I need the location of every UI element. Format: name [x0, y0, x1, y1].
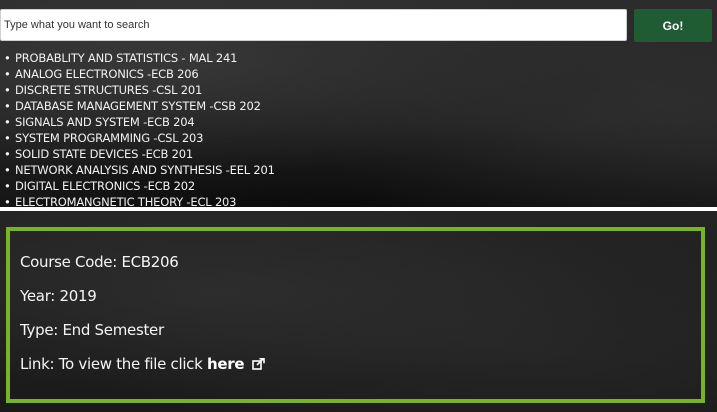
- bullet-icon: •: [4, 83, 11, 97]
- bullet-icon: •: [4, 147, 11, 161]
- course-item: • ANALOG ELECTRONICS -ECB 206: [4, 66, 275, 82]
- detail-section: Course Code: ECB206 Year: 2019 Type: End…: [0, 211, 717, 412]
- course-link[interactable]: DATABASE MANAGEMENT SYSTEM -CSB 202: [15, 99, 261, 113]
- bullet-icon: •: [4, 51, 11, 65]
- course-item: • DIGITAL ELECTRONICS -ECB 202: [4, 178, 275, 194]
- year-text: Year: 2019: [20, 287, 97, 305]
- course-detail-card: Course Code: ECB206 Year: 2019 Type: End…: [6, 227, 705, 403]
- search-input[interactable]: [0, 9, 627, 41]
- bullet-icon: •: [4, 131, 11, 145]
- course-item: • SYSTEM PROGRAMMING -CSL 203: [4, 130, 275, 146]
- course-link[interactable]: SIGNALS AND SYSTEM -ECB 204: [15, 115, 195, 129]
- course-link[interactable]: SYSTEM PROGRAMMING -CSL 203: [15, 131, 203, 145]
- course-code-text: Course Code: ECB206: [20, 253, 179, 271]
- file-link[interactable]: here: [207, 355, 245, 373]
- course-item: • DISCRETE STRUCTURES -CSL 201: [4, 82, 275, 98]
- course-link[interactable]: ANALOG ELECTRONICS -ECB 206: [15, 67, 199, 81]
- link-row: Link: To view the file click here: [20, 355, 265, 374]
- course-item: • PROBABLITY AND STATISTICS - MAL 241: [4, 50, 275, 66]
- search-section: Go! • PROBABLITY AND STATISTICS - MAL 241…: [0, 0, 717, 210]
- link-prefix-text: Link: To view the file click: [20, 355, 203, 373]
- go-button[interactable]: Go!: [634, 9, 712, 42]
- bullet-icon: •: [4, 163, 11, 177]
- course-link[interactable]: DISCRETE STRUCTURES -CSL 201: [15, 83, 202, 97]
- bullet-icon: •: [4, 99, 11, 113]
- bullet-icon: •: [4, 115, 11, 129]
- course-item: • SOLID STATE DEVICES -ECB 201: [4, 146, 275, 162]
- type-text: Type: End Semester: [20, 321, 164, 339]
- course-item: • SIGNALS AND SYSTEM -ECB 204: [4, 114, 275, 130]
- course-item: • DATABASE MANAGEMENT SYSTEM -CSB 202: [4, 98, 275, 114]
- course-link[interactable]: SOLID STATE DEVICES -ECB 201: [15, 147, 193, 161]
- course-item: • NETWORK ANALYSIS AND SYNTHESIS -EEL 201: [4, 162, 275, 178]
- external-link-icon[interactable]: [251, 356, 265, 374]
- course-link[interactable]: NETWORK ANALYSIS AND SYNTHESIS -EEL 201: [15, 163, 275, 177]
- course-list: • PROBABLITY AND STATISTICS - MAL 241 • AN…: [4, 50, 275, 210]
- course-link[interactable]: PROBABLITY AND STATISTICS - MAL 241: [15, 51, 237, 65]
- course-link[interactable]: DIGITAL ELECTRONICS -ECB 202: [15, 179, 195, 193]
- bullet-icon: •: [4, 67, 11, 81]
- bullet-icon: •: [4, 179, 11, 193]
